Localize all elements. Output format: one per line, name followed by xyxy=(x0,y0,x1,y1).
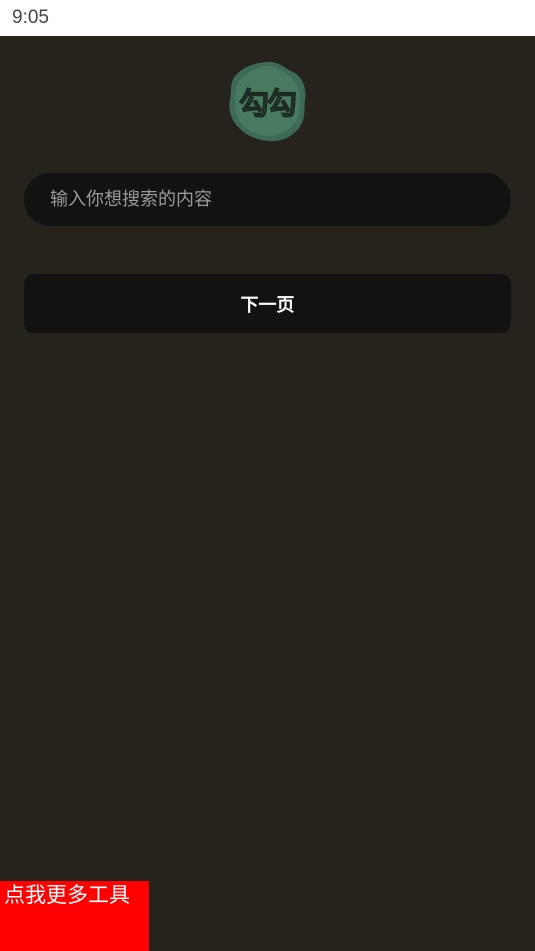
status-bar: 9:05 xyxy=(0,0,535,36)
app-logo: 勾勾 xyxy=(227,60,307,142)
next-page-label: 下一页 xyxy=(240,294,295,316)
next-page-button[interactable]: 下一页 xyxy=(24,274,511,333)
logo-text: 勾勾 xyxy=(238,86,297,122)
more-tools-label: 点我更多工具 xyxy=(4,883,130,907)
more-tools-button[interactable]: 点我更多工具 xyxy=(0,881,149,951)
search-input[interactable] xyxy=(24,173,511,226)
status-time: 9:05 xyxy=(12,7,49,28)
